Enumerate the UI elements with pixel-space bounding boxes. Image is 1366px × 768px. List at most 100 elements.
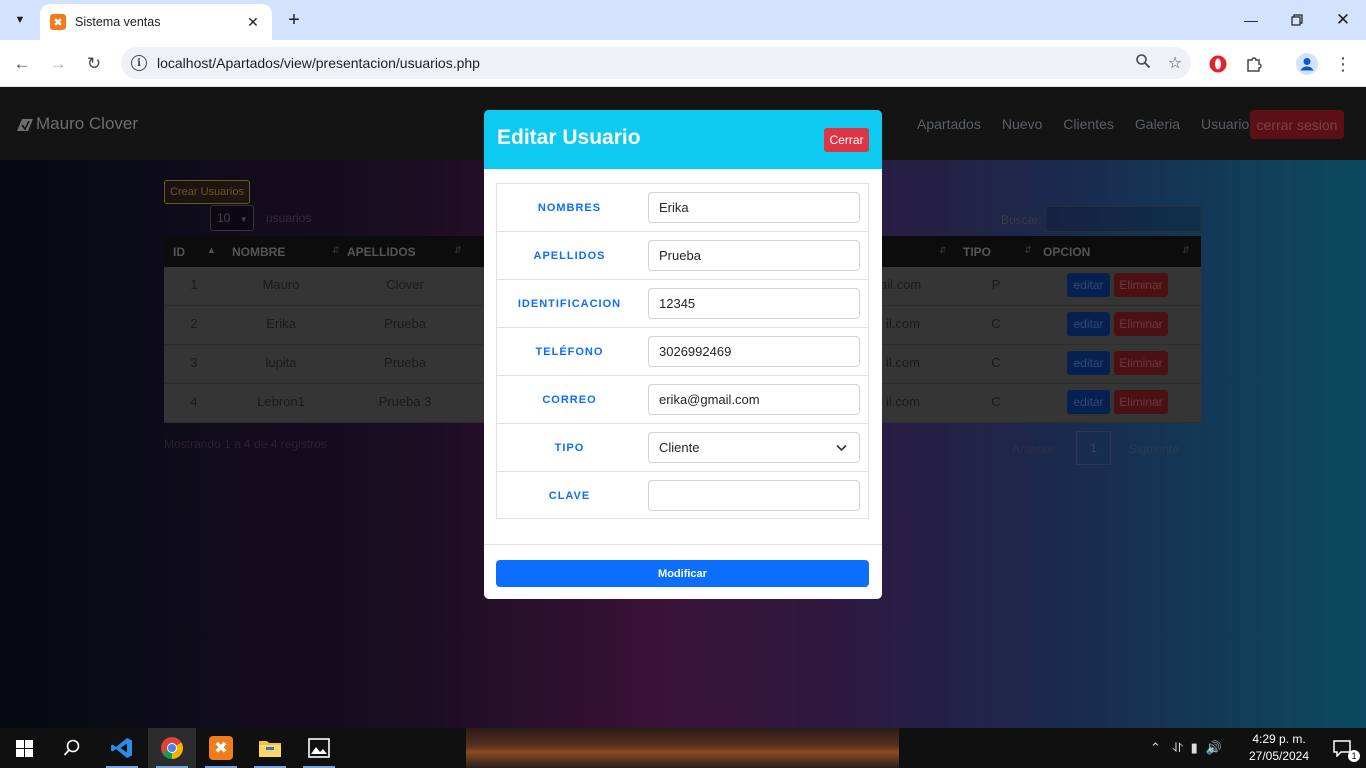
- zoom-icon[interactable]: [1127, 53, 1159, 74]
- forward-button[interactable]: →: [45, 51, 71, 77]
- brand-logo-icon: [17, 119, 33, 131]
- taskbar-xampp[interactable]: ✖: [197, 728, 245, 768]
- restore-icon: [1291, 14, 1303, 26]
- sort-icon: ⇵: [939, 245, 947, 255]
- apellidos-input[interactable]: [648, 240, 860, 271]
- cell-tipo: C: [991, 316, 1001, 331]
- col-opcion[interactable]: OPCION: [1043, 245, 1090, 259]
- page-length-label: usuarios: [266, 211, 312, 225]
- new-tab-button[interactable]: +: [282, 8, 306, 32]
- col-id[interactable]: ID: [173, 245, 185, 259]
- edit-button[interactable]: editar: [1067, 273, 1110, 297]
- modal-header: Editar Usuario Cerrar: [484, 110, 882, 169]
- close-modal-button[interactable]: Cerrar: [824, 128, 869, 152]
- cell-nombre: lupita: [265, 355, 297, 370]
- clave-input[interactable]: [648, 480, 860, 511]
- pagination-page[interactable]: 1: [1076, 431, 1111, 465]
- taskbar-vscode[interactable]: [98, 728, 146, 768]
- edit-button[interactable]: editar: [1067, 351, 1110, 375]
- form-row-identificacion: IDENTIFICACION: [497, 280, 868, 328]
- form-row-clave: CLAVE: [497, 472, 868, 520]
- cell-id: 4: [190, 394, 198, 409]
- chevron-up-icon[interactable]: ⌃: [1150, 740, 1161, 756]
- tab-search-button[interactable]: ▼: [6, 8, 34, 32]
- col-tipo[interactable]: TIPO: [963, 245, 991, 259]
- cell-nombre: Lebron1: [257, 394, 305, 409]
- site-info-icon[interactable]: i: [131, 55, 147, 71]
- clock-date: 27/05/2024: [1248, 749, 1310, 763]
- photos-icon: [308, 738, 330, 758]
- wallpaper-preview-thumbnail: [466, 728, 899, 768]
- correo-input[interactable]: [648, 384, 860, 415]
- taskbar-search-button[interactable]: [48, 728, 96, 768]
- delete-button[interactable]: Eliminar: [1114, 351, 1168, 375]
- form-row-correo: CORREO: [497, 376, 868, 424]
- edit-button[interactable]: editar: [1067, 312, 1110, 336]
- close-window-button[interactable]: ✕: [1320, 0, 1366, 40]
- delete-button[interactable]: Eliminar: [1114, 390, 1168, 414]
- form-row-tipo: TIPO Cliente: [497, 424, 868, 472]
- col-apellidos[interactable]: APELLIDOS: [347, 245, 416, 259]
- back-button[interactable]: ←: [9, 51, 35, 77]
- taskbar-photos[interactable]: [295, 728, 343, 768]
- cell-apellidos: Prueba: [384, 355, 426, 370]
- browser-tab[interactable]: ✖ Sistema ventas ✕: [40, 4, 272, 40]
- brand-link[interactable]: Mauro Clover: [16, 114, 138, 134]
- nav-galeria[interactable]: Galeria: [1135, 116, 1180, 132]
- restore-button[interactable]: [1274, 0, 1320, 40]
- page-length-select[interactable]: 10 ▼: [210, 205, 254, 231]
- profile-avatar-icon[interactable]: [1295, 52, 1319, 76]
- reload-button[interactable]: ↻: [81, 51, 107, 77]
- modify-button[interactable]: Modificar: [496, 560, 869, 587]
- close-tab-icon[interactable]: ✕: [244, 14, 262, 31]
- cell-tipo: C: [991, 394, 1001, 409]
- cell-tipo: P: [991, 277, 1001, 292]
- volume-icon[interactable]: 🔊: [1206, 740, 1222, 756]
- minimize-icon: —: [1244, 12, 1258, 28]
- chrome-menu-icon[interactable]: ⋮: [1331, 52, 1355, 76]
- close-icon: ✕: [1335, 10, 1351, 29]
- form-row-apellidos: APELLIDOS: [497, 232, 868, 280]
- cell-nombre: Mauro: [262, 277, 300, 292]
- delete-button[interactable]: Eliminar: [1114, 273, 1168, 297]
- logout-button[interactable]: cerrar sesion: [1250, 110, 1344, 139]
- delete-button[interactable]: Eliminar: [1114, 312, 1168, 336]
- battery-icon[interactable]: ▮: [1191, 740, 1198, 756]
- start-button[interactable]: [0, 728, 48, 768]
- table-search-input[interactable]: [1045, 206, 1201, 232]
- nav-links: Apartados Nuevo Clientes Galeria Usuario…: [917, 116, 1277, 132]
- arrow-right-icon: →: [49, 54, 67, 73]
- system-clock[interactable]: 4:29 p. m. 27/05/2024: [1244, 731, 1314, 765]
- create-users-button[interactable]: Crear Usuarios: [164, 180, 250, 204]
- taskbar-chrome[interactable]: [148, 728, 196, 768]
- minimize-button[interactable]: —: [1228, 0, 1274, 40]
- nav-usuarios[interactable]: Usuarios: [1201, 116, 1256, 132]
- url-text[interactable]: localhost/Apartados/view/presentacion/us…: [157, 55, 1127, 71]
- taskbar-file-explorer[interactable]: [246, 728, 294, 768]
- nombres-input[interactable]: [648, 192, 860, 223]
- identificacion-input[interactable]: [648, 288, 860, 319]
- nav-nuevo[interactable]: Nuevo: [1002, 116, 1042, 132]
- edit-button[interactable]: editar: [1067, 390, 1110, 414]
- pagination-next[interactable]: Siguiente: [1129, 442, 1179, 456]
- cell-nombre: Erika: [266, 316, 296, 331]
- sort-icon: ⇵: [332, 245, 340, 255]
- cell-tipo: C: [991, 355, 1001, 370]
- bookmark-star-icon[interactable]: ☆: [1159, 53, 1191, 73]
- nav-apartados[interactable]: Apartados: [917, 116, 981, 132]
- pagination-previous[interactable]: Anterior: [1012, 442, 1054, 456]
- extensions-puzzle-icon[interactable]: [1242, 52, 1266, 76]
- nav-clientes[interactable]: Clientes: [1063, 116, 1114, 132]
- opera-extension-icon[interactable]: [1206, 52, 1230, 76]
- network-icon[interactable]: ⥯: [1173, 740, 1183, 756]
- chevron-down-icon: [836, 433, 847, 464]
- sort-icon: ⇵: [1182, 245, 1190, 255]
- tipo-select[interactable]: Cliente: [648, 432, 860, 463]
- address-bar[interactable]: i localhost/Apartados/view/presentacion/…: [121, 47, 1191, 79]
- notification-center-button[interactable]: 1: [1318, 728, 1366, 768]
- page-length-value: 10: [217, 211, 231, 225]
- col-nombre[interactable]: NOMBRE: [232, 245, 285, 259]
- folder-icon: [259, 741, 281, 757]
- cell-apellidos: Clover: [386, 277, 424, 292]
- telefono-input[interactable]: [648, 336, 860, 367]
